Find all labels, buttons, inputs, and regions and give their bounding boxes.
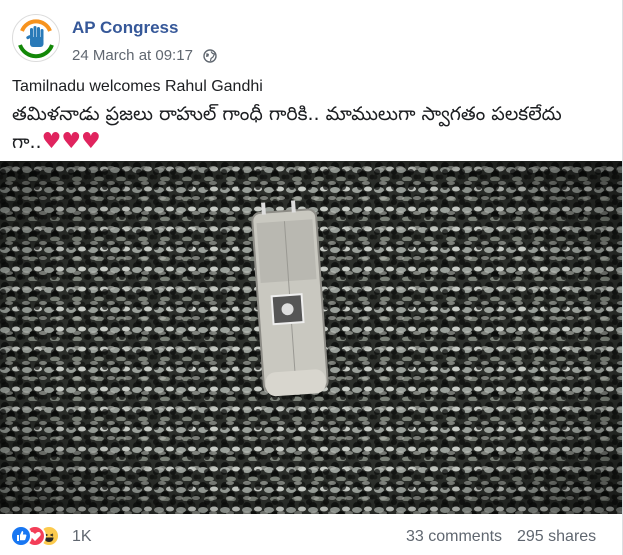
facebook-post: AP Congress 24 March at 09:17 Tamilnadu … [0,0,623,555]
crowd-photo[interactable] [0,161,622,514]
like-icon [10,525,32,547]
crowd-photo-image [0,161,622,514]
post-text-english: Tamilnadu welcomes Rahul Gandhi [12,78,263,95]
page-name-link[interactable]: AP Congress [72,18,178,38]
post-text-telugu: తమిళనాడు ప్రజలు రాహుల్ గాంధీ గారికి.. మా… [12,100,602,156]
post-header: AP Congress 24 March at 09:17 [12,14,602,64]
post-timestamp[interactable]: 24 March at 09:17 [72,47,193,64]
globe-icon[interactable] [203,49,217,63]
heart-emojis: ♥♥♥ [41,129,101,154]
vehicle-top-view [251,200,329,397]
comments-count-link[interactable]: 33 comments [406,528,502,546]
page-avatar[interactable] [12,14,60,62]
post-meta: 24 March at 09:17 [72,47,217,64]
shares-count-link[interactable]: 295 shares [517,528,596,546]
post-footer: 1K 33 comments 295 shares [0,514,622,555]
reaction-count: 1K [72,528,92,545]
congress-hand-logo-icon [14,16,58,60]
